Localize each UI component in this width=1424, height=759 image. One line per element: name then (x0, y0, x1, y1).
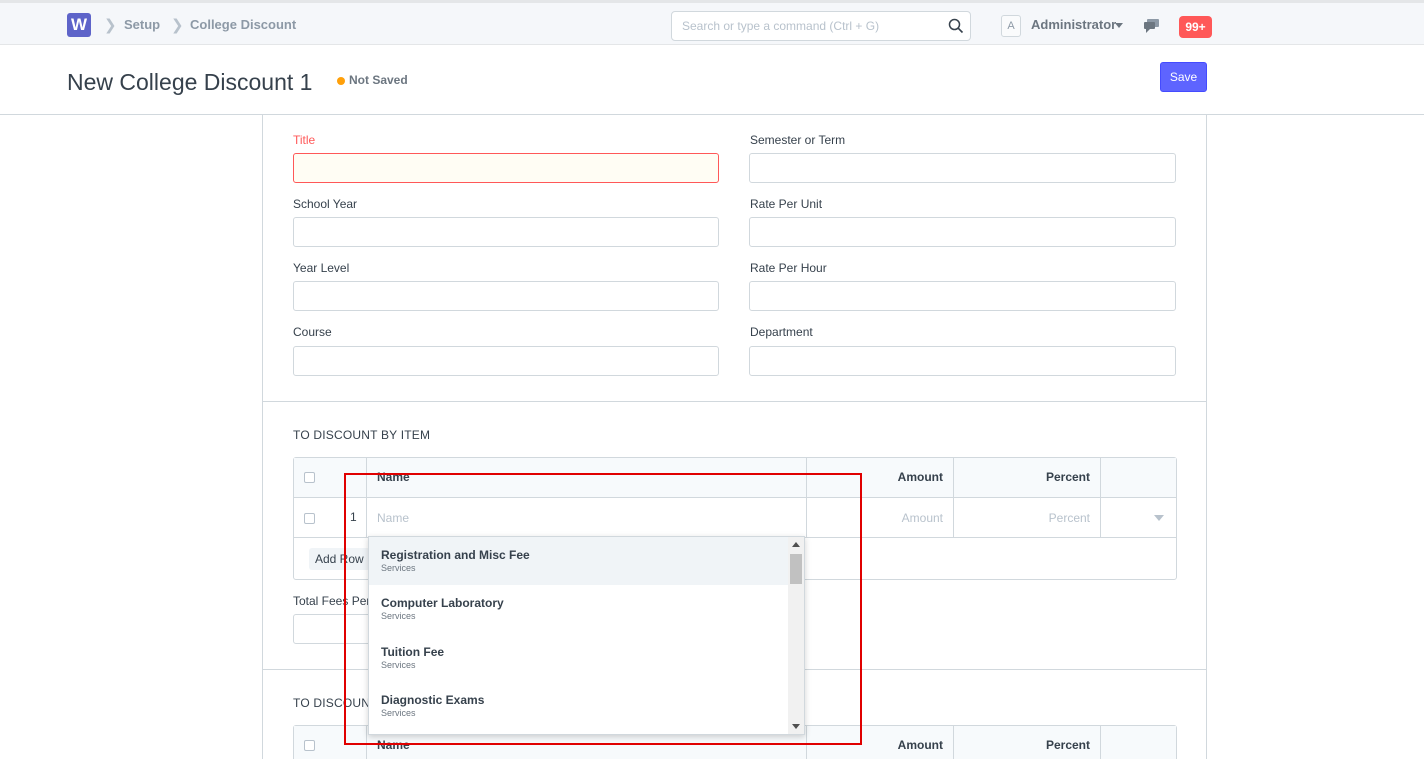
rate-per-hour-input[interactable] (749, 281, 1176, 311)
search-bar (671, 11, 971, 41)
course-input[interactable] (293, 346, 719, 376)
option-group: Services (381, 660, 416, 670)
column-header-name: Name (367, 458, 807, 497)
option-name: Registration and Misc Fee (381, 548, 530, 562)
section-title-discount: TO DISCOUNT (293, 696, 378, 710)
scroll-down-icon[interactable] (792, 724, 800, 729)
select-all-cell (294, 458, 367, 497)
title-input[interactable] (293, 153, 719, 183)
year-level-input[interactable] (293, 281, 719, 311)
department-input[interactable] (749, 346, 1176, 376)
section-divider (263, 401, 1206, 402)
column-header-percent: Percent (954, 726, 1101, 759)
chat-icon[interactable] (1143, 18, 1160, 34)
column-header-percent: Percent (954, 458, 1101, 497)
option-name: Computer Laboratory (381, 596, 504, 610)
search-input[interactable] (672, 12, 932, 40)
row-checkbox[interactable] (304, 513, 315, 524)
row-name-input[interactable]: Name (367, 498, 807, 537)
option-group: Services (381, 611, 416, 621)
rate-per-unit-input[interactable] (749, 217, 1176, 247)
row-index: 1 (350, 510, 357, 524)
option-group: Services (381, 708, 416, 718)
select-all-checkbox[interactable] (304, 740, 315, 751)
column-header-amount: Amount (807, 458, 954, 497)
school-year-input[interactable] (293, 217, 719, 247)
section-title-discount-by-item: TO DISCOUNT BY ITEM (293, 428, 431, 442)
rate-per-unit-label: Rate Per Unit (750, 197, 823, 211)
table-header: Name Amount Percent (294, 458, 1176, 498)
select-all-cell (294, 726, 367, 759)
title-label: Title (293, 133, 316, 147)
school-year-label: School Year (293, 197, 358, 211)
table-row: 1 Name Amount Percent (294, 498, 1176, 538)
select-all-checkbox[interactable] (304, 472, 315, 483)
option-group: Services (381, 563, 416, 573)
search-icon[interactable] (948, 18, 964, 34)
avatar[interactable]: A (1001, 15, 1021, 37)
chevron-right-icon: ❯ (171, 17, 184, 34)
option-name: Tuition Fee (381, 645, 445, 659)
add-row-button[interactable]: Add Row (309, 548, 370, 570)
status-badge: Not Saved (349, 73, 408, 87)
scroll-up-icon[interactable] (792, 542, 800, 547)
navbar: W ❯ Setup ❯ College Discount A Administr… (0, 0, 1424, 45)
option-name: Diagnostic Exams (381, 693, 485, 707)
dropdown-option[interactable]: Tuition Fee Services (369, 634, 790, 682)
semester-input[interactable] (749, 153, 1176, 183)
user-menu[interactable]: Administrator (1031, 17, 1116, 32)
dropdown-scrollbar[interactable] (788, 537, 804, 734)
semester-label: Semester or Term (750, 133, 846, 147)
breadcrumb-college-discount[interactable]: College Discount (190, 17, 296, 32)
autocomplete-dropdown: Registration and Misc Fee Services Compu… (368, 536, 805, 735)
status-indicator-dot (337, 77, 345, 85)
chevron-right-icon: ❯ (104, 17, 117, 34)
row-amount-input[interactable]: Amount (807, 498, 954, 537)
row-expand-icon[interactable] (1154, 515, 1164, 521)
notification-badge[interactable]: 99+ (1179, 16, 1212, 38)
save-button[interactable]: Save (1160, 62, 1207, 92)
column-header-amount: Amount (807, 726, 954, 759)
year-level-label: Year Level (293, 261, 350, 275)
scrollbar-thumb[interactable] (790, 554, 802, 584)
row-percent-input[interactable]: Percent (954, 498, 1101, 537)
dropdown-option[interactable]: Registration and Misc Fee Services (369, 537, 790, 585)
breadcrumb-setup[interactable]: Setup (124, 17, 160, 32)
course-label: Course (293, 325, 332, 339)
app-logo[interactable]: W (67, 13, 91, 37)
caret-down-icon[interactable] (1115, 23, 1123, 28)
page-head: New College Discount 1 Not Saved Save (0, 45, 1424, 115)
row-select-cell: 1 (294, 498, 367, 537)
dropdown-option[interactable]: Diagnostic Exams Services (369, 682, 790, 730)
dropdown-option[interactable]: Computer Laboratory Services (369, 585, 790, 633)
rate-per-hour-label: Rate Per Hour (750, 261, 827, 275)
page-title: New College Discount 1 (67, 69, 313, 95)
total-fees-label: Total Fees Per (293, 594, 371, 608)
department-label: Department (750, 325, 813, 339)
